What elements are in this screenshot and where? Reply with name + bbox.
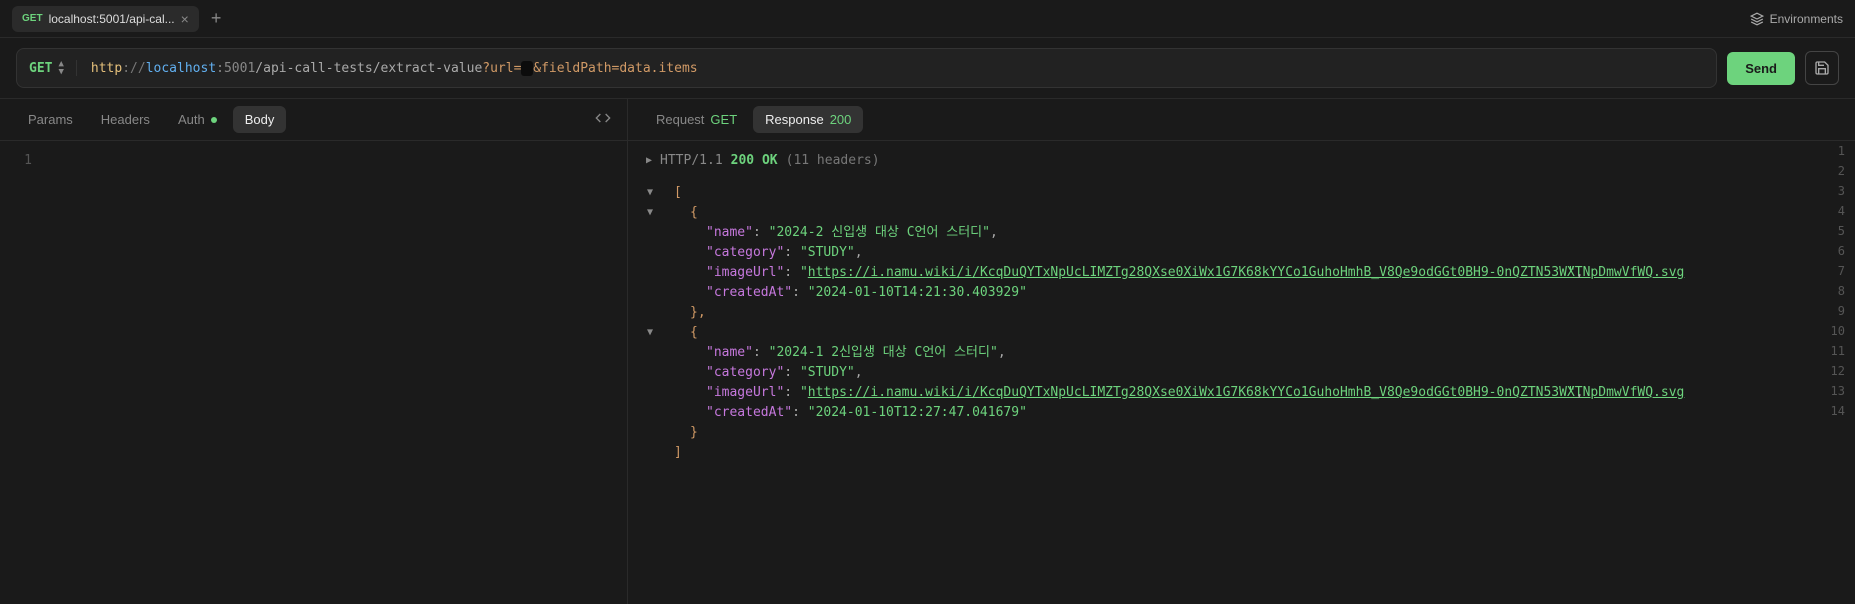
- urlbar-row: GET ▲▼ http://localhost:5001/api-call-te…: [0, 38, 1855, 98]
- add-tab-button[interactable]: +: [211, 8, 222, 29]
- tab-title: localhost:5001/api-cal...: [49, 12, 175, 26]
- save-button[interactable]: [1805, 51, 1839, 85]
- response-body: ▶ HTTP/1.1 200 OK (11 headers) ▼[ ▼{ "na…: [628, 141, 1855, 604]
- image-url-link[interactable]: https://i.namu.wiki/i/KcqDuQYTxNpUcLIMZT…: [808, 263, 1568, 283]
- environments-label: Environments: [1770, 12, 1843, 26]
- send-button[interactable]: Send: [1727, 52, 1795, 85]
- tab-params[interactable]: Params: [16, 106, 85, 133]
- tab-request-view[interactable]: Request GET: [644, 106, 749, 133]
- expand-headers-icon[interactable]: ▶: [646, 151, 652, 171]
- collapse-icon[interactable]: ▼: [642, 183, 658, 203]
- close-tab-icon[interactable]: ×: [181, 12, 189, 26]
- code-icon[interactable]: [595, 110, 611, 129]
- url-text: http://localhost:5001/api-call-tests/ext…: [91, 61, 698, 76]
- method-arrows-icon: ▲▼: [58, 60, 63, 76]
- auth-active-dot-icon: [211, 117, 217, 123]
- tab-response-view[interactable]: Response 200: [753, 106, 863, 133]
- collapse-icon[interactable]: ▼: [642, 203, 658, 223]
- json-view[interactable]: ▼[ ▼{ "name": "2024-2 신입생 대상 C언어 스터디", "…: [642, 183, 1855, 463]
- collapse-icon[interactable]: ▼: [642, 323, 658, 343]
- url-input[interactable]: GET ▲▼ http://localhost:5001/api-call-te…: [16, 48, 1717, 88]
- line-gutter: 1: [0, 141, 40, 604]
- tab-body[interactable]: Body: [233, 106, 287, 133]
- response-subtabs: Request GET Response 200: [628, 99, 1855, 141]
- tab-auth[interactable]: Auth: [166, 106, 229, 133]
- tab-headers[interactable]: Headers: [89, 106, 162, 133]
- environments-button[interactable]: Environments: [1750, 12, 1843, 26]
- method-select[interactable]: GET ▲▼: [29, 60, 77, 76]
- status-line[interactable]: ▶ HTTP/1.1 200 OK (11 headers): [642, 151, 1855, 171]
- response-pane: Request GET Response 200 ▶ HTTP/1.1 200 …: [628, 98, 1855, 604]
- response-line-numbers: 1234567891011121314: [1831, 141, 1845, 421]
- tab-method-label: GET: [22, 13, 43, 24]
- method-label: GET: [29, 61, 52, 76]
- topbar: GET localhost:5001/api-cal... × + Enviro…: [0, 0, 1855, 38]
- request-pane: Params Headers Auth Body 1: [0, 98, 628, 604]
- save-icon: [1814, 60, 1830, 76]
- request-tab[interactable]: GET localhost:5001/api-cal... ×: [12, 6, 199, 32]
- layers-icon: [1750, 12, 1764, 26]
- request-body-editor[interactable]: 1: [0, 141, 627, 604]
- request-subtabs: Params Headers Auth Body: [0, 99, 627, 141]
- image-url-link[interactable]: https://i.namu.wiki/i/KcqDuQYTxNpUcLIMZT…: [808, 383, 1568, 403]
